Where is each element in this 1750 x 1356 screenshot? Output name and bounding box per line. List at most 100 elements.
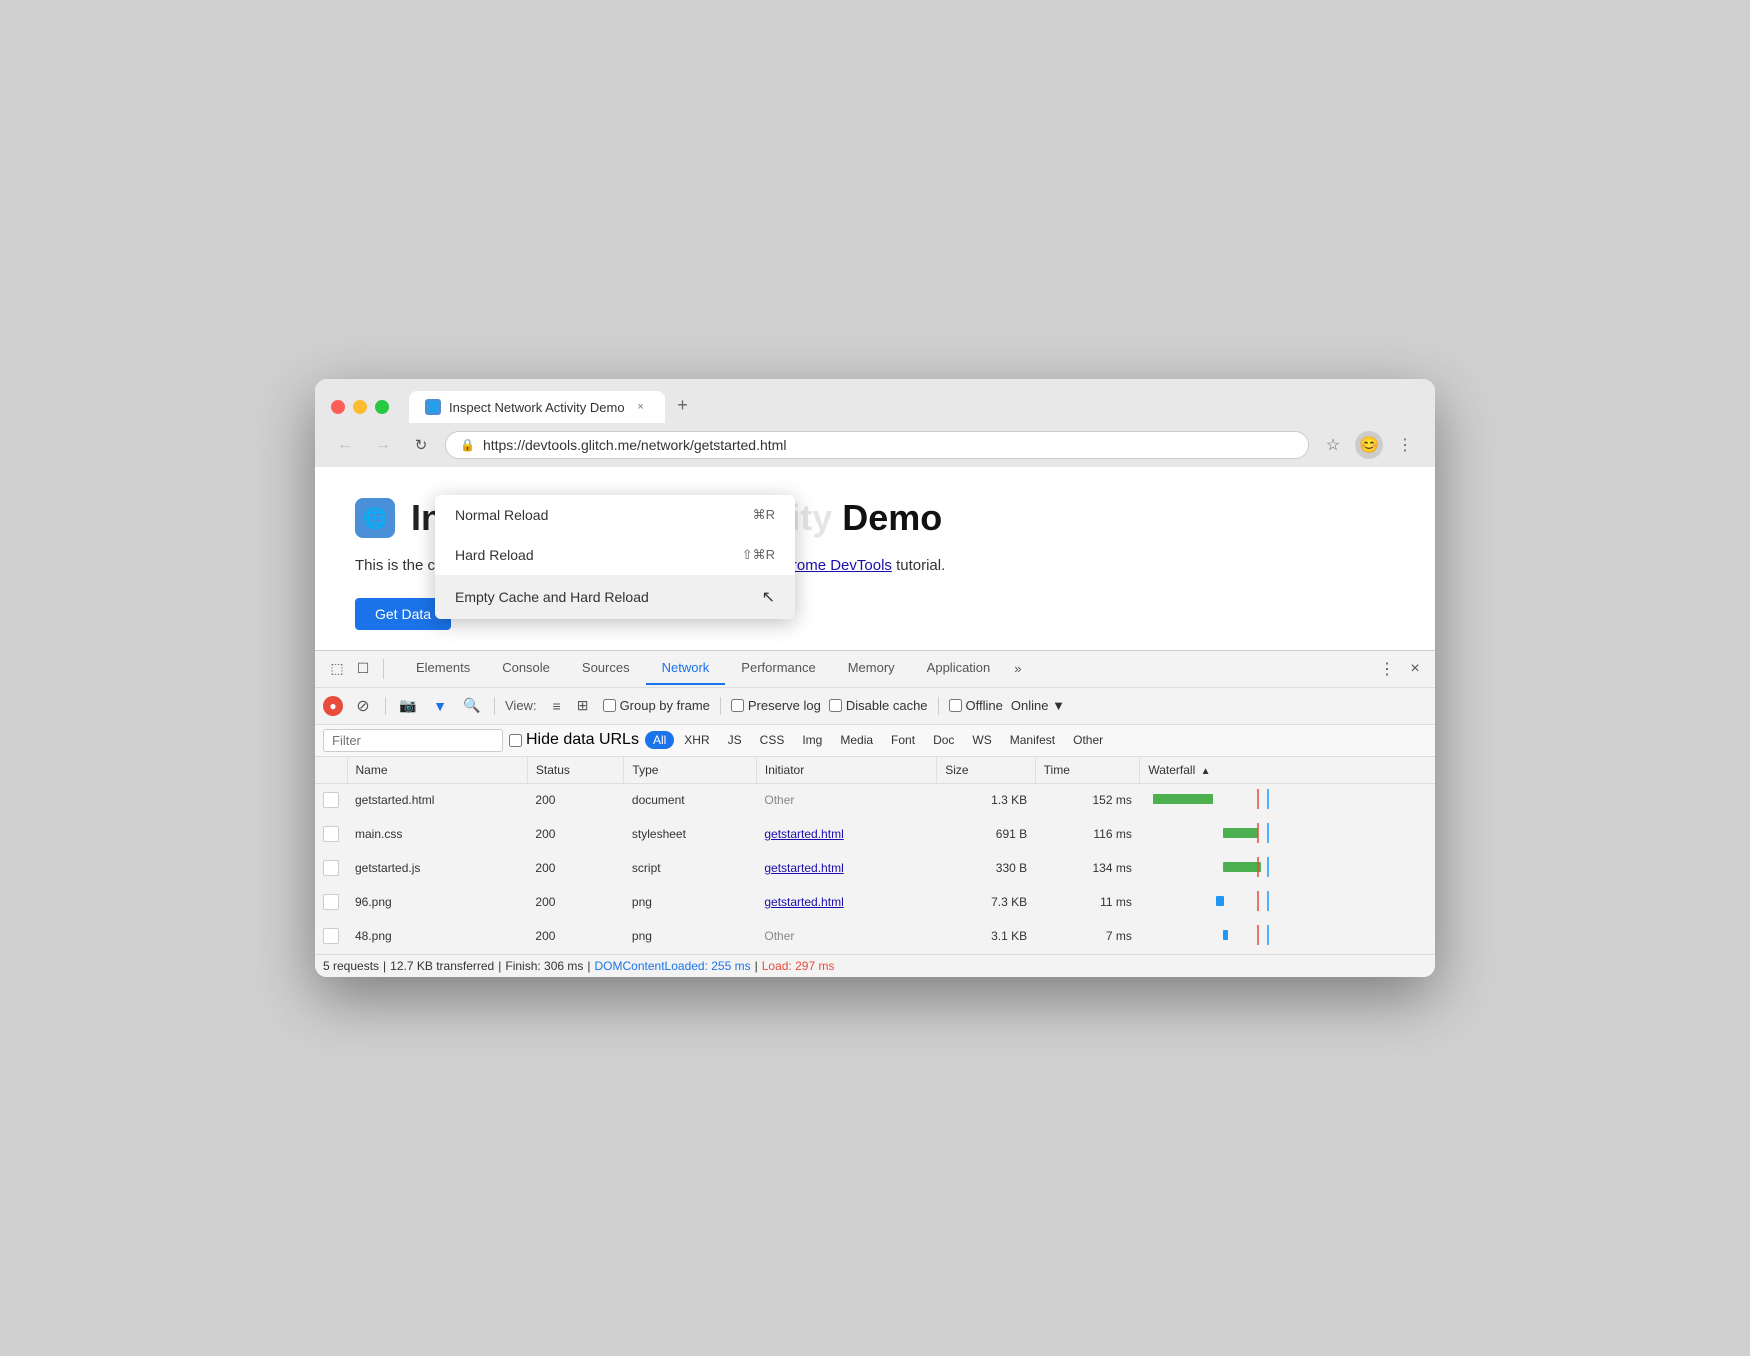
filter-img[interactable]: Img: [794, 731, 830, 749]
hide-data-urls-container: Hide data URLs: [509, 731, 639, 749]
filter-font[interactable]: Font: [883, 731, 923, 749]
cell-name[interactable]: getstarted.js: [347, 851, 527, 885]
waterfall-bar-svg: [1148, 857, 1288, 877]
hide-data-urls-checkbox[interactable]: [509, 734, 522, 747]
maximize-button[interactable]: [375, 400, 389, 414]
row-checkbox[interactable]: [323, 792, 339, 808]
tab-performance[interactable]: Performance: [725, 652, 831, 685]
network-toolbar: ● ⊘ 📷 ▼ 🔍 View: ≡ ⊞ Group by frame: [315, 688, 1435, 725]
row-checkbox[interactable]: [323, 894, 339, 910]
tab-network[interactable]: Network: [646, 652, 726, 685]
disable-cache-checkbox[interactable]: [829, 699, 842, 712]
initiator-link[interactable]: getstarted.html: [764, 895, 843, 909]
tab-elements[interactable]: Elements: [400, 652, 486, 685]
cell-time: 152 ms: [1035, 783, 1140, 817]
cell-status: 200: [527, 817, 624, 851]
filter-media[interactable]: Media: [832, 731, 881, 749]
row-checkbox[interactable]: [323, 826, 339, 842]
cell-name[interactable]: 96.png: [347, 885, 527, 919]
table-row[interactable]: getstarted.html 200 document Other 1.3 K…: [315, 783, 1435, 817]
context-menu-normal-reload[interactable]: Normal Reload ⌘R: [435, 495, 795, 535]
user-avatar[interactable]: 😊: [1355, 431, 1383, 459]
normal-reload-label: Normal Reload: [455, 507, 548, 523]
cell-status: 200: [527, 885, 624, 919]
table-row[interactable]: getstarted.js 200 script getstarted.html…: [315, 851, 1435, 885]
col-type[interactable]: Type: [624, 757, 756, 784]
record-button[interactable]: ●: [323, 696, 343, 716]
clear-button[interactable]: ⊘: [351, 694, 375, 718]
devtools-more-button[interactable]: ⋮: [1375, 657, 1399, 681]
filter-other[interactable]: Other: [1065, 731, 1111, 749]
col-status[interactable]: Status: [527, 757, 624, 784]
filter-manifest[interactable]: Manifest: [1002, 731, 1063, 749]
row-checkbox[interactable]: [323, 860, 339, 876]
tab-more-button[interactable]: »: [1006, 653, 1029, 684]
col-size[interactable]: Size: [937, 757, 1035, 784]
col-name[interactable]: Name: [347, 757, 527, 784]
disable-cache-label[interactable]: Disable cache: [829, 698, 928, 713]
tab-bar: 🌐 Inspect Network Activity Demo × +: [409, 391, 1419, 423]
grouped-view-button[interactable]: ⊞: [571, 694, 595, 718]
video-button[interactable]: 📷: [396, 694, 420, 718]
toolbar-separator-4: [938, 697, 939, 715]
browser-tab[interactable]: 🌐 Inspect Network Activity Demo ×: [409, 391, 665, 423]
row-checkbox[interactable]: [323, 928, 339, 944]
initiator-link[interactable]: getstarted.html: [764, 827, 843, 841]
url-bar[interactable]: 🔒 https://devtools.glitch.me/network/get…: [445, 431, 1309, 459]
cell-name[interactable]: 48.png: [347, 919, 527, 953]
group-by-frame-label[interactable]: Group by frame: [603, 698, 710, 713]
preserve-log-label[interactable]: Preserve log: [731, 698, 821, 713]
cell-checkbox: [315, 885, 347, 919]
table-row[interactable]: main.css 200 stylesheet getstarted.html …: [315, 817, 1435, 851]
minimize-button[interactable]: [353, 400, 367, 414]
preserve-log-checkbox[interactable]: [731, 699, 744, 712]
col-waterfall[interactable]: Waterfall ▲: [1140, 757, 1435, 784]
menu-button[interactable]: ⋮: [1391, 431, 1419, 459]
tab-close-button[interactable]: ×: [633, 399, 649, 415]
view-label: View:: [505, 698, 537, 713]
cell-waterfall: [1140, 783, 1435, 817]
offline-label[interactable]: Offline: [949, 698, 1003, 713]
filter-ws[interactable]: WS: [964, 731, 999, 749]
offline-checkbox[interactable]: [949, 699, 962, 712]
search-button[interactable]: 🔍: [460, 694, 484, 718]
list-view-button[interactable]: ≡: [545, 694, 569, 718]
tab-application[interactable]: Application: [911, 652, 1007, 685]
filter-js[interactable]: JS: [720, 731, 750, 749]
device-toolbar-icon[interactable]: ☐: [353, 659, 373, 679]
close-button[interactable]: [331, 400, 345, 414]
col-time[interactable]: Time: [1035, 757, 1140, 784]
filter-input[interactable]: [323, 729, 503, 752]
back-button[interactable]: ←: [331, 431, 359, 459]
filter-all[interactable]: All: [645, 731, 674, 749]
table-row[interactable]: 48.png 200 png Other 3.1 KB 7 ms: [315, 919, 1435, 953]
tab-memory[interactable]: Memory: [832, 652, 911, 685]
waterfall-bar-svg: [1148, 789, 1288, 809]
cell-name[interactable]: main.css: [347, 817, 527, 851]
context-menu-empty-cache[interactable]: Empty Cache and Hard Reload ↖: [435, 575, 795, 619]
filter-button[interactable]: ▼: [428, 694, 452, 718]
star-button[interactable]: ☆: [1319, 431, 1347, 459]
cell-name[interactable]: getstarted.html: [347, 783, 527, 817]
filter-css[interactable]: CSS: [752, 731, 793, 749]
inspect-element-icon[interactable]: ⬚: [327, 659, 347, 679]
forward-button[interactable]: →: [369, 431, 397, 459]
devtools-close-button[interactable]: ×: [1403, 657, 1427, 681]
table-row[interactable]: 96.png 200 png getstarted.html 7.3 KB 11…: [315, 885, 1435, 919]
lock-icon: 🔒: [460, 438, 475, 452]
initiator-link[interactable]: getstarted.html: [764, 861, 843, 875]
cell-size: 330 B: [937, 851, 1035, 885]
group-by-frame-checkbox[interactable]: [603, 699, 616, 712]
context-menu-hard-reload[interactable]: Hard Reload ⇧⌘R: [435, 535, 795, 575]
online-dropdown[interactable]: Online ▼: [1011, 698, 1065, 713]
reload-button[interactable]: ↻: [407, 431, 435, 459]
filter-xhr[interactable]: XHR: [676, 731, 717, 749]
cell-initiator: Other: [756, 783, 936, 817]
cell-waterfall: [1140, 817, 1435, 851]
col-initiator[interactable]: Initiator: [756, 757, 936, 784]
new-tab-button[interactable]: +: [669, 391, 697, 419]
filter-doc[interactable]: Doc: [925, 731, 962, 749]
waterfall-bar-svg: [1148, 823, 1288, 843]
tab-console[interactable]: Console: [486, 652, 566, 685]
tab-sources[interactable]: Sources: [566, 652, 646, 685]
